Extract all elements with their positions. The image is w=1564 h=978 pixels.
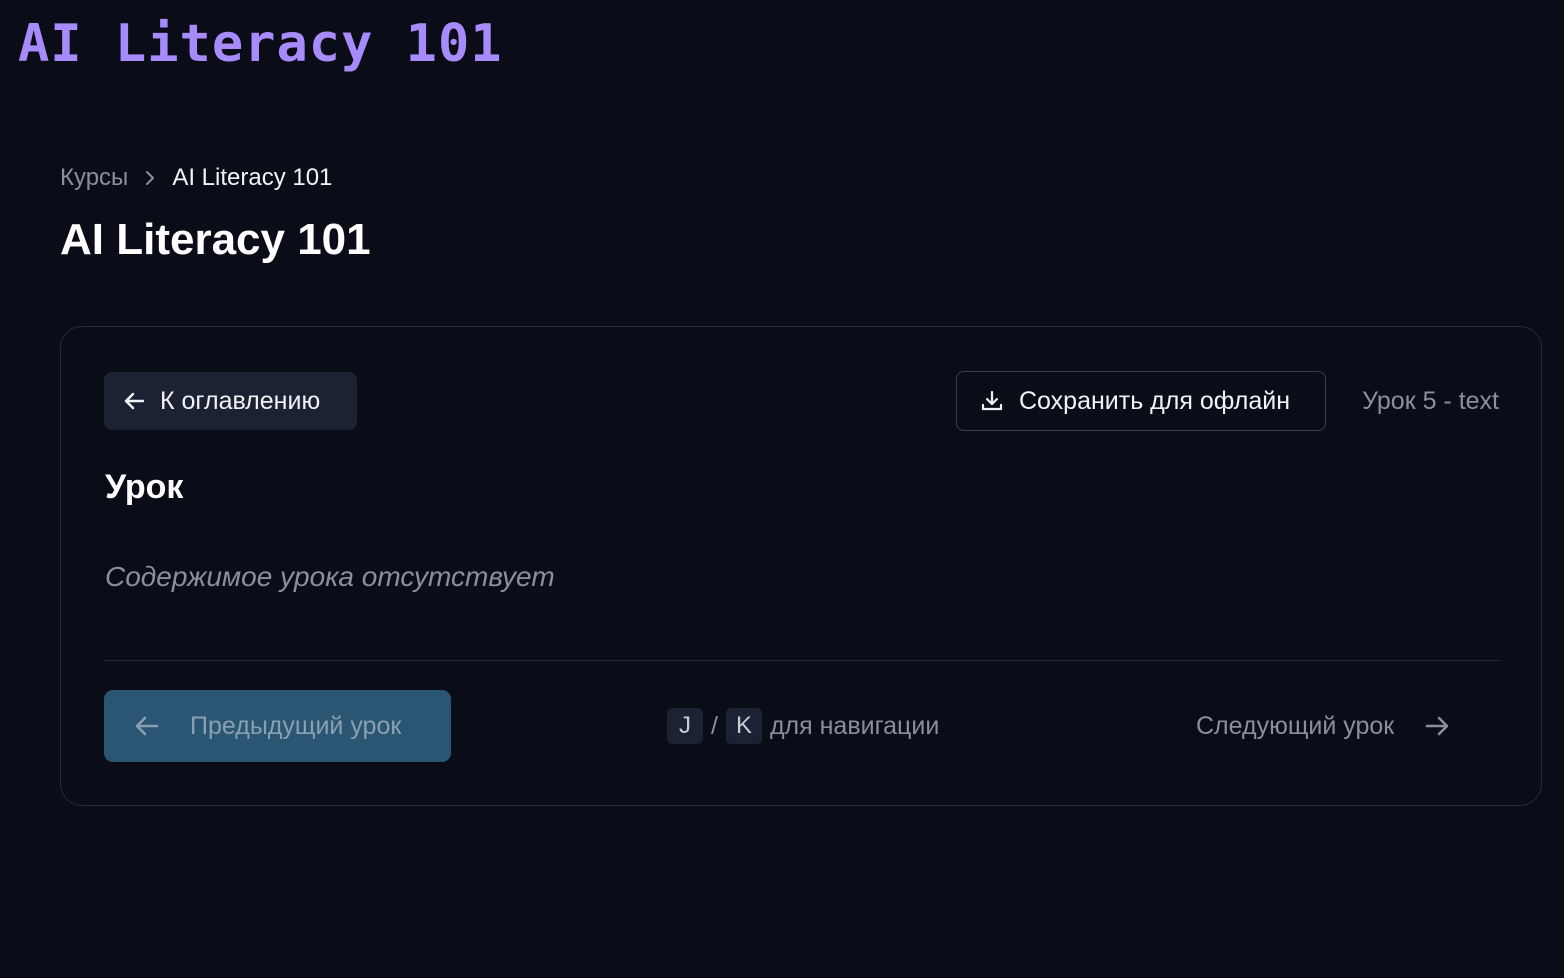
arrow-left-icon [132,711,162,741]
empty-content-message: Содержимое урока отсутствует [105,561,555,592]
prev-lesson-label: Предыдущий урок [190,711,402,740]
divider [104,660,1500,661]
back-to-toc-label: К оглавлению [160,386,321,415]
download-icon [979,388,1005,414]
keyboard-nav-hint: J / K для навигации [667,708,939,744]
arrow-left-icon [122,388,148,414]
next-lesson-label: Следующий урок [1196,711,1395,740]
key-k: K [725,708,762,744]
breadcrumb-current: AI Literacy 101 [172,164,333,191]
arrow-right-icon [1422,711,1452,741]
app-logo[interactable]: AI Literacy 101 [18,14,503,74]
back-to-toc-button[interactable]: К оглавлению [104,372,357,430]
lesson-meta: Урок 5 - text [1362,387,1499,415]
breadcrumb: Курсы AI Literacy 101 [60,162,332,194]
next-lesson-button[interactable]: Следующий урок [1181,690,1481,762]
page-title: AI Literacy 101 [60,215,371,264]
prev-lesson-button[interactable]: Предыдущий урок [104,690,451,762]
breadcrumb-courses-link[interactable]: Курсы [60,162,128,194]
lesson-card: К оглавлению Сохранить для офлайн Урок 5… [60,326,1542,806]
nav-hint-label: для навигации [769,712,940,740]
save-offline-label: Сохранить для офлайн [1019,386,1291,415]
key-j: J [667,708,703,744]
chevron-right-icon [140,168,160,188]
key-separator: / [711,712,718,740]
lesson-title: Урок [105,468,184,506]
save-offline-button[interactable]: Сохранить для офлайн [956,371,1326,431]
